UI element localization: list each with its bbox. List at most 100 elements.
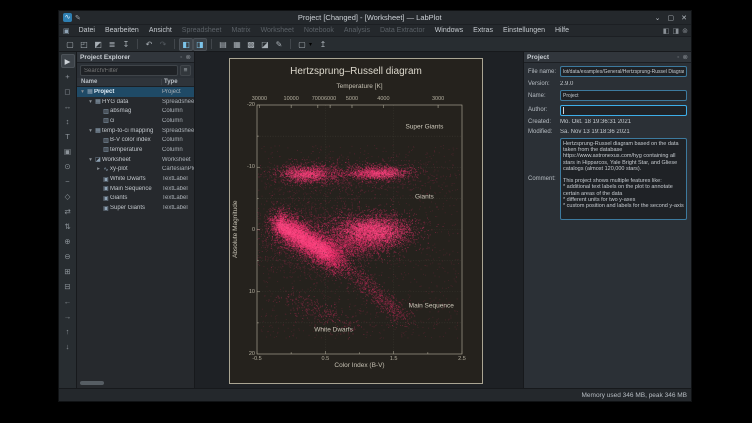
tree-row-absmag[interactable]: ▥absmagColumn — [77, 106, 194, 116]
close-properties-icon[interactable]: ⊗ — [683, 53, 688, 61]
search-input[interactable] — [80, 65, 178, 76]
crosshair-button[interactable]: + — [61, 69, 75, 83]
zoom-out-button[interactable]: ⊖ — [61, 249, 75, 263]
new-aspect-dropdown-button[interactable]: ▢ — [295, 38, 309, 51]
tree-row-white-dwarfs[interactable]: ▣White DwarfsTextLabel — [77, 174, 194, 184]
close-button[interactable]: ✕ — [681, 14, 687, 22]
navigate-select-button[interactable]: ▶ — [61, 54, 75, 68]
shift-up-y-button[interactable]: ↑ — [61, 324, 75, 338]
new-aspect-dropdown-caret-icon[interactable]: ▾ — [309, 41, 316, 48]
expander-icon[interactable]: ▾ — [79, 89, 86, 95]
open-project-button[interactable]: ◰ — [77, 38, 91, 51]
expander-icon[interactable]: ▾ — [87, 128, 94, 134]
hr-scatter-canvas[interactable] — [230, 59, 484, 385]
menu-datei[interactable]: Datei — [74, 25, 100, 37]
minimize-button[interactable]: ⌄ — [655, 14, 661, 22]
new-spreadsheet-button[interactable]: ▦ — [230, 38, 244, 51]
tree-row-hyg-data[interactable]: ▾▦HYG dataSpreadsheet — [77, 97, 194, 107]
top-tick-4000: 4000 — [377, 96, 389, 102]
file_name-input[interactable] — [560, 66, 687, 77]
expander-icon[interactable]: ▾ — [87, 99, 94, 105]
annotation-white-dwarfs[interactable]: White Dwarfs — [314, 327, 353, 334]
print-preview-button[interactable]: ↧ — [119, 38, 133, 51]
new-matrix-button[interactable]: ▩ — [244, 38, 258, 51]
undo-button[interactable]: ↶ — [142, 38, 156, 51]
shift-down-y-button[interactable]: ↓ — [61, 339, 75, 353]
column-header-name[interactable]: Name — [77, 79, 162, 85]
maximize-button[interactable]: ▢ — [668, 14, 675, 22]
tree-row-temp-to-ci-mapping[interactable]: ▾▦temp-to-ci mappingSpreadsheet — [77, 126, 194, 136]
dock-left-icon[interactable]: ◧ — [663, 27, 670, 35]
auto-scale-x-button[interactable]: ⇄ — [61, 204, 75, 218]
float-properties-icon[interactable]: ◦ — [677, 54, 679, 61]
tree-row-ci[interactable]: ▥ciColumn — [77, 116, 194, 126]
tree-column-header[interactable]: Name Type — [77, 78, 194, 87]
version-value: 2.9.0 — [560, 81, 687, 87]
expander-icon[interactable]: ▸ — [95, 166, 102, 172]
project-explorer-header[interactable]: Project Explorer ◦ ⊗ — [77, 52, 194, 63]
top-axis-label[interactable]: Temperature [K] — [257, 83, 462, 90]
shift-left-x-button[interactable]: ← — [61, 294, 75, 308]
worksheet-page[interactable]: Hertzsprung–Russell diagram Temperature … — [229, 58, 483, 384]
menu-extras[interactable]: Extras — [468, 25, 498, 37]
tree-row-xy-plot[interactable]: ▸∿xy-plotCartesianPlot — [77, 165, 194, 175]
plot-title[interactable]: Hertzsprung–Russell diagram — [230, 66, 482, 77]
column-header-type[interactable]: Type — [162, 79, 194, 85]
menu-notebook: Notebook — [299, 25, 339, 37]
add-text-label-button[interactable]: T — [61, 129, 75, 143]
horizontal-scrollbar[interactable] — [80, 381, 104, 385]
print-button[interactable]: ≣ — [105, 38, 119, 51]
author-input[interactable] — [560, 105, 687, 116]
tree-row-main-sequence[interactable]: ▣Main SequenceTextLabel — [77, 184, 194, 194]
new-datapicker-button[interactable]: ✎ — [272, 38, 286, 51]
name-input[interactable] — [560, 90, 687, 101]
main-toolbar: ▢◰◩≣↧↶↷◧◨▤▦▩◪✎▢▾↥ — [59, 36, 691, 52]
menu-windows[interactable]: Windows — [430, 25, 468, 37]
tree-row-temperature[interactable]: ▥temperatureColumn — [77, 145, 194, 155]
donate-icon[interactable]: ⊚ — [682, 27, 688, 35]
toggle-properties-dock-button[interactable]: ◨ — [193, 38, 207, 51]
tree-row-giants[interactable]: ▣GiantsTextLabel — [77, 194, 194, 204]
close-dock-icon[interactable]: ⊗ — [186, 53, 191, 61]
x-axis-label[interactable]: Color Index (B-V) — [257, 362, 462, 369]
auto-scale-y-button[interactable]: ⇅ — [61, 219, 75, 233]
new-worksheet-button[interactable]: ◪ — [258, 38, 272, 51]
shift-right-x-button[interactable]: → — [61, 309, 75, 323]
annotation-super-giants[interactable]: Super Giants — [405, 123, 443, 130]
zoom-in-x-button[interactable]: ⊞ — [61, 264, 75, 278]
add-image-button[interactable]: ▣ — [61, 144, 75, 158]
new-project-button[interactable]: ▢ — [63, 38, 77, 51]
menu-ansicht[interactable]: Ansicht — [144, 25, 177, 37]
tree-row-worksheet[interactable]: ▾◪WorksheetWorksheet — [77, 155, 194, 165]
tree-item-type: Column — [162, 108, 194, 114]
import-data-button[interactable]: ↥ — [316, 38, 330, 51]
add-custom-point-button[interactable]: ⊙ — [61, 159, 75, 173]
properties-header[interactable]: Project ◦ ⊗ — [524, 52, 691, 63]
tree-row-project[interactable]: ▾▦ProjectProject — [77, 87, 194, 97]
zoom-out-x-button[interactable]: ⊟ — [61, 279, 75, 293]
toggle-project-explorer-button[interactable]: ◧ — [179, 38, 193, 51]
menu-einstellungen[interactable]: Einstellungen — [498, 25, 550, 37]
annotation-giants[interactable]: Giants — [415, 193, 434, 200]
filter-options-button[interactable]: ≡ — [180, 65, 191, 76]
tree-row-b-v-color-index[interactable]: ▥B-V color indexColumn — [77, 135, 194, 145]
tree-row-super-giants[interactable]: ▣Super GiantsTextLabel — [77, 203, 194, 213]
zoom-x-selection-button[interactable]: ↔ — [61, 99, 75, 113]
zoom-selection-button[interactable]: ◻ — [61, 84, 75, 98]
save-project-button[interactable]: ◩ — [91, 38, 105, 51]
annotation-main-sequence[interactable]: Main Sequence — [409, 303, 454, 310]
auto-scale-button[interactable]: ◇ — [61, 189, 75, 203]
add-reference-line-button[interactable]: − — [61, 174, 75, 188]
menu-bearbeiten[interactable]: Bearbeiten — [100, 25, 144, 37]
dock-right-icon[interactable]: ◨ — [673, 27, 680, 35]
textlabel-icon: ▣ — [102, 176, 110, 183]
zoom-y-selection-button[interactable]: ↕ — [61, 114, 75, 128]
titlebar[interactable]: ∿ ✎ Project [Changed] - [Worksheet] — La… — [59, 11, 691, 24]
menu-hilfe[interactable]: Hilfe — [550, 25, 574, 37]
expander-icon[interactable]: ▾ — [87, 157, 94, 163]
redo-button[interactable]: ↷ — [156, 38, 170, 51]
float-dock-icon[interactable]: ◦ — [180, 54, 182, 61]
zoom-in-button[interactable]: ⊕ — [61, 234, 75, 248]
new-workbook-button[interactable]: ▤ — [216, 38, 230, 51]
comment-textarea[interactable] — [560, 138, 687, 220]
